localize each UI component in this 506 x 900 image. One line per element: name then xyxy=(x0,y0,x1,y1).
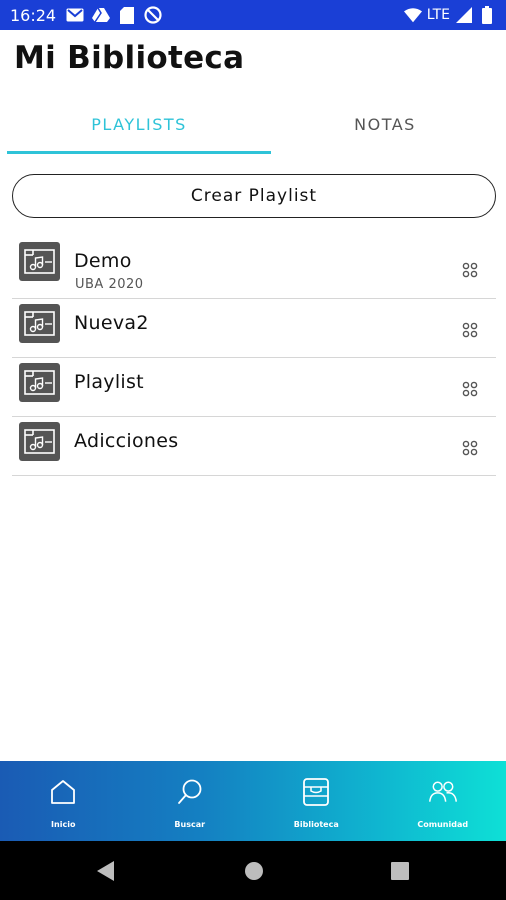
blocked-icon xyxy=(144,6,162,24)
community-icon xyxy=(428,777,458,807)
playlist-name: Playlist xyxy=(74,371,144,393)
playlist-options-icon[interactable] xyxy=(462,440,478,456)
back-icon[interactable] xyxy=(86,841,126,900)
search-icon xyxy=(175,777,205,807)
network-type: LTE xyxy=(426,7,450,23)
system-status-icons: LTE xyxy=(403,6,496,24)
playlist-options-icon[interactable] xyxy=(462,381,478,397)
nav-item-biblioteca[interactable]: Biblioteca xyxy=(253,761,380,841)
signal-icon xyxy=(455,6,473,24)
playlist-item-playlist[interactable]: Playlist xyxy=(12,358,496,417)
recents-icon[interactable] xyxy=(380,841,420,900)
page-title: Mi Biblioteca xyxy=(14,40,245,76)
music-folder-icon xyxy=(19,422,60,461)
home-circle-icon[interactable] xyxy=(234,841,274,900)
nav-label: Inicio xyxy=(51,820,76,829)
music-folder-icon xyxy=(19,363,60,402)
battery-icon xyxy=(478,6,496,24)
playlist-options-icon[interactable] xyxy=(462,322,478,338)
gmail-icon xyxy=(66,6,84,24)
playlist-item-demo[interactable]: Demo UBA 2020 xyxy=(12,236,496,299)
library-icon xyxy=(301,777,331,807)
create-playlist-button[interactable]: Crear Playlist xyxy=(12,174,496,218)
nav-label: Buscar xyxy=(174,820,206,829)
bottom-navigation: Inicio Buscar Biblioteca Comunidad xyxy=(0,761,506,841)
music-folder-icon xyxy=(19,242,60,281)
playlist-subtitle: UBA 2020 xyxy=(75,277,144,292)
music-folder-icon xyxy=(19,304,60,343)
status-time: 16:24 xyxy=(10,5,57,25)
nav-label: Comunidad xyxy=(417,820,469,829)
nav-label: Biblioteca xyxy=(293,820,339,829)
tab-playlists[interactable]: PLAYLISTS xyxy=(7,96,271,152)
nav-item-buscar[interactable]: Buscar xyxy=(127,761,254,841)
playlist-name: Nueva2 xyxy=(74,312,149,334)
playlist-options-icon[interactable] xyxy=(462,262,478,278)
home-icon xyxy=(48,777,78,807)
sd-card-icon xyxy=(118,6,136,24)
nav-item-inicio[interactable]: Inicio xyxy=(0,761,127,841)
notification-icons xyxy=(66,6,162,24)
playlist-item-nueva2[interactable]: Nueva2 xyxy=(12,299,496,358)
playlist-list: Demo UBA 2020 Nueva2 Playlist Adicciones xyxy=(12,236,496,476)
playlist-name: Demo xyxy=(74,250,132,272)
drive-icon xyxy=(92,6,111,24)
playlist-item-adicciones[interactable]: Adicciones xyxy=(12,417,496,476)
wifi-icon xyxy=(403,6,422,24)
status-bar: 16:24 LTE xyxy=(0,0,506,30)
tab-notas[interactable]: NOTAS xyxy=(271,96,499,152)
nav-item-comunidad[interactable]: Comunidad xyxy=(380,761,506,841)
tab-bar: PLAYLISTS NOTAS xyxy=(0,96,506,156)
playlist-name: Adicciones xyxy=(74,430,179,452)
active-tab-indicator xyxy=(7,151,271,154)
system-navigation-bar xyxy=(0,841,506,900)
